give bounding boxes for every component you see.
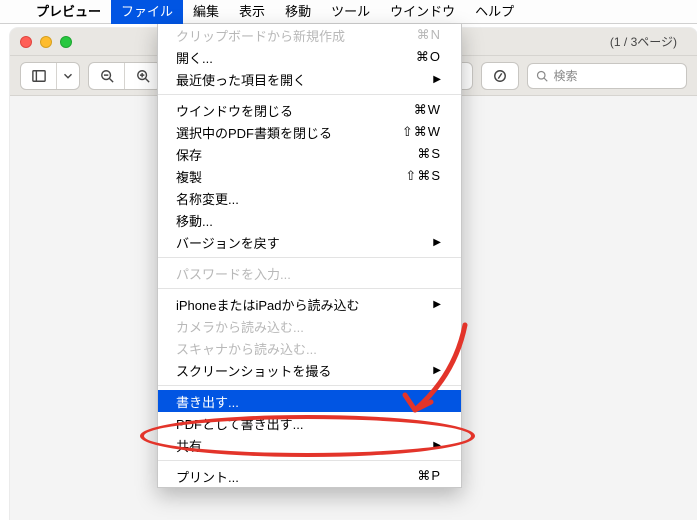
menu-item-shortcut: ⇧⌘W	[402, 124, 441, 140]
menu-item[interactable]: 開く... ⌘O	[158, 46, 461, 68]
menu-separator	[158, 257, 461, 258]
traffic-lights	[20, 36, 72, 48]
menubar-item-file[interactable]: ファイル	[111, 0, 183, 24]
submenu-arrow-icon: ▶	[433, 74, 441, 85]
menubar-item-go[interactable]: 移動	[275, 0, 321, 24]
file-menu-dropdown: クリップボードから新規作成 ⌘N 開く... ⌘O 最近使った項目を開く ▶ ウインドウを閉…	[157, 24, 462, 488]
menu-item[interactable]: 選択中のPDF書類を閉じる ⇧⌘W	[158, 121, 461, 143]
menu-item: スキャナから読み込む...	[158, 337, 461, 359]
search-placeholder: 検索	[554, 67, 578, 84]
menubar-item-window[interactable]: ウインドウ	[380, 0, 465, 24]
menu-item[interactable]: PDFとして書き出す...	[158, 412, 461, 434]
menu-item-label: iPhoneまたはiPadから読み込む	[176, 295, 360, 314]
menu-item-label: 最近使った項目を開く	[176, 70, 306, 89]
submenu-arrow-icon: ▶	[433, 237, 441, 248]
submenu-arrow-icon: ▶	[433, 365, 441, 376]
menu-item-label: 開く...	[176, 48, 213, 67]
menu-separator	[158, 94, 461, 95]
menu-item-label: 保存	[176, 145, 202, 164]
menubar-app-name[interactable]: プレビュー	[26, 0, 111, 24]
menu-item-label: 名称変更...	[176, 189, 239, 208]
search-icon	[536, 70, 548, 82]
menu-item-label: 共有	[176, 436, 202, 455]
menu-item-label: 選択中のPDF書類を閉じる	[176, 123, 332, 142]
macos-menubar: プレビュー ファイル 編集 表示 移動 ツール ウインドウ ヘルプ	[0, 0, 697, 24]
menu-item[interactable]: プリント... ⌘P	[158, 465, 461, 487]
menubar-item-tools[interactable]: ツール	[321, 0, 380, 24]
submenu-arrow-icon: ▶	[433, 440, 441, 451]
menu-item[interactable]: スクリーンショットを撮る ▶	[158, 359, 461, 381]
menubar-item-view[interactable]: 表示	[229, 0, 275, 24]
menu-item-label: スクリーンショットを撮る	[176, 361, 331, 380]
menubar-item-help[interactable]: ヘルプ	[465, 0, 524, 24]
menu-item[interactable]: 保存 ⌘S	[158, 143, 461, 165]
menu-item-label: クリップボードから新規作成	[176, 26, 345, 45]
menu-item[interactable]: 名称変更...	[158, 187, 461, 209]
zoom-in-button[interactable]	[125, 63, 161, 89]
menu-item[interactable]: バージョンを戻す ▶	[158, 231, 461, 253]
menu-item: クリップボードから新規作成 ⌘N	[158, 24, 461, 46]
menu-separator	[158, 288, 461, 289]
menu-item: カメラから読み込む...	[158, 315, 461, 337]
menu-item-label: スキャナから読み込む...	[176, 339, 317, 358]
search-input[interactable]: 検索	[527, 63, 688, 89]
menu-item-shortcut: ⌘P	[417, 468, 441, 484]
sidebar-button[interactable]	[21, 63, 57, 89]
menu-item[interactable]: 移動...	[158, 209, 461, 231]
menu-item-label: ウインドウを閉じる	[176, 101, 293, 120]
menubar-item-edit[interactable]: 編集	[183, 0, 229, 24]
menu-separator	[158, 460, 461, 461]
menu-item-label: PDFとして書き出す...	[176, 414, 303, 433]
menu-item-shortcut: ⇧⌘S	[405, 168, 441, 184]
menu-item: パスワードを入力...	[158, 262, 461, 284]
menu-item-label: バージョンを戻す	[176, 233, 280, 252]
page-count-label: (1 / 3ページ)	[610, 33, 677, 50]
menu-item-label: カメラから読み込む...	[176, 317, 304, 336]
sidebar-mode-button[interactable]	[57, 63, 79, 89]
menu-item-label: 移動...	[176, 211, 213, 230]
close-icon[interactable]	[20, 36, 32, 48]
menu-item-shortcut: ⌘W	[414, 102, 441, 118]
menu-item-label: パスワードを入力...	[176, 264, 291, 283]
maximize-icon[interactable]	[60, 36, 72, 48]
menu-item[interactable]: 最近使った項目を開く ▶	[158, 68, 461, 90]
menu-item[interactable]: 書き出す...	[158, 390, 461, 412]
markup-button[interactable]	[482, 63, 518, 89]
menu-item-label: プリント...	[176, 467, 239, 486]
menu-item[interactable]: ウインドウを閉じる ⌘W	[158, 99, 461, 121]
menu-item-label: 複製	[176, 167, 202, 186]
minimize-icon[interactable]	[40, 36, 52, 48]
submenu-arrow-icon: ▶	[433, 299, 441, 310]
menu-item[interactable]: 複製 ⇧⌘S	[158, 165, 461, 187]
zoom-out-button[interactable]	[89, 63, 125, 89]
menu-item-label: 書き出す...	[176, 392, 239, 411]
menu-separator	[158, 385, 461, 386]
menu-item-shortcut: ⌘N	[417, 27, 441, 43]
menu-item-shortcut: ⌘S	[417, 146, 441, 162]
menu-item-shortcut: ⌘O	[416, 49, 441, 65]
menu-item[interactable]: iPhoneまたはiPadから読み込む ▶	[158, 293, 461, 315]
menu-item[interactable]: 共有 ▶	[158, 434, 461, 456]
